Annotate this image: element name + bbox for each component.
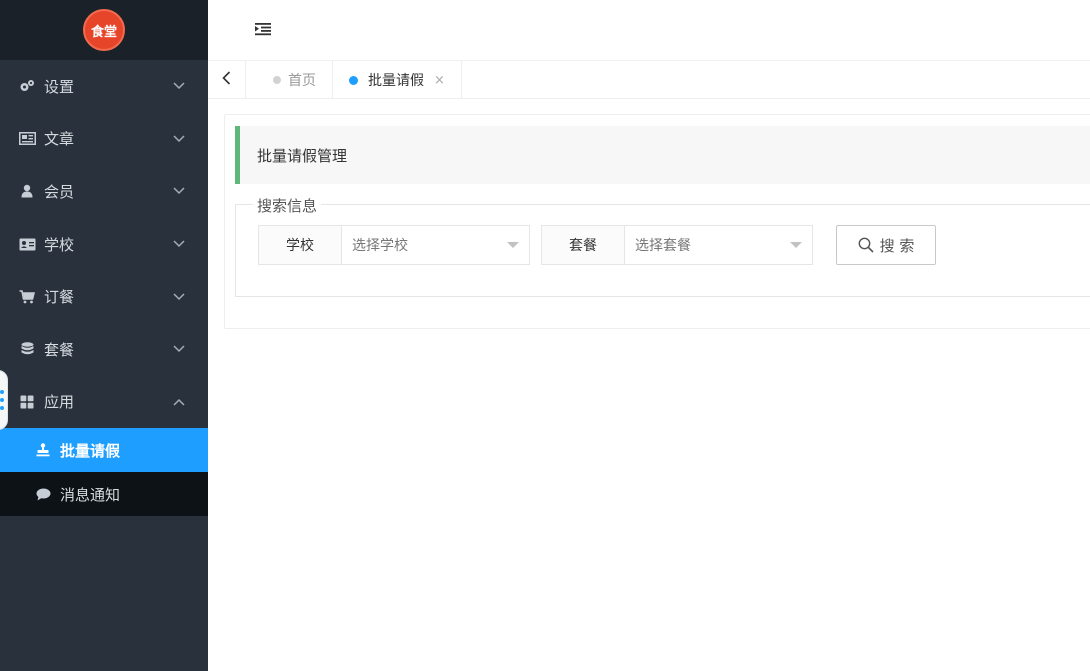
page-title: 批量请假管理 xyxy=(235,126,1090,184)
chevron-down-icon xyxy=(172,184,186,198)
sidebar-item-articles[interactable]: 文章 xyxy=(0,113,208,166)
grid-icon xyxy=(18,394,36,410)
sidebar-item-label: 设置 xyxy=(44,77,75,96)
page-tabs: 首页 批量请假 × xyxy=(208,61,1090,99)
search-button[interactable]: 搜 索 xyxy=(836,225,936,265)
tab-label: 首页 xyxy=(288,73,316,89)
chevron-down-icon xyxy=(172,290,186,304)
chevron-down-icon xyxy=(172,342,186,356)
sidebar-item-label: 应用 xyxy=(44,393,75,412)
sidebar: 食堂 设置 文章 会员 学校 订餐 套餐 应用 批量请假 消息通知 xyxy=(0,0,208,671)
sidebar-item-label: 学校 xyxy=(44,235,75,254)
sidebar-subitem-label: 消息通知 xyxy=(60,485,121,504)
sidebar-item-orders[interactable]: 订餐 xyxy=(0,270,208,323)
page-title-text: 批量请假管理 xyxy=(257,146,348,165)
search-legend: 搜索信息 xyxy=(253,195,322,216)
gears-icon xyxy=(18,78,36,94)
search-fieldset: 搜索信息 学校 选择学校 套餐 选择套餐 搜 索 xyxy=(235,195,1090,297)
sidebar-submenu-apps: 批量请假 消息通知 xyxy=(0,428,208,517)
tabs-prev-button[interactable] xyxy=(208,61,246,99)
package-select-placeholder: 选择套餐 xyxy=(635,238,691,254)
user-icon xyxy=(18,183,36,199)
sidebar-subitem-batch-leave[interactable]: 批量请假 xyxy=(0,428,208,473)
handle-dot xyxy=(0,390,4,394)
school-label: 学校 xyxy=(259,226,342,264)
chevron-left-icon xyxy=(222,71,231,89)
tab-dot xyxy=(349,75,358,85)
menu-fold-icon[interactable] xyxy=(254,20,272,38)
sidebar-subitem-label: 批量请假 xyxy=(60,441,121,460)
sidebar-item-members[interactable]: 会员 xyxy=(0,165,208,218)
sidebar-item-label: 订餐 xyxy=(44,288,75,307)
database-icon xyxy=(18,341,36,357)
sidebar-item-label: 文章 xyxy=(44,130,75,149)
chat-icon xyxy=(34,486,52,502)
tab-home[interactable]: 首页 xyxy=(246,61,333,99)
handle-dot xyxy=(0,398,4,402)
content-card: 批量请假管理 搜索信息 学校 选择学校 套餐 选择套餐 搜 索 xyxy=(224,114,1090,329)
search-icon xyxy=(858,237,874,253)
caret-down-icon xyxy=(507,242,519,248)
tab-dot xyxy=(273,76,281,84)
sidebar-item-apps[interactable]: 应用 xyxy=(0,376,208,429)
chevron-down-icon xyxy=(172,79,186,93)
package-select-field: 套餐 选择套餐 xyxy=(541,225,813,265)
close-icon[interactable]: × xyxy=(434,73,445,88)
logo-area: 食堂 xyxy=(0,0,208,60)
newspaper-icon xyxy=(18,131,36,147)
school-select[interactable]: 选择学校 xyxy=(342,226,529,264)
sidebar-item-label: 会员 xyxy=(44,182,75,201)
cart-icon xyxy=(18,289,36,305)
school-select-placeholder: 选择学校 xyxy=(352,238,408,254)
side-drawer-handle[interactable] xyxy=(0,370,8,430)
caret-down-icon xyxy=(790,242,802,248)
sidebar-menu: 设置 文章 会员 学校 订餐 套餐 应用 xyxy=(0,60,208,428)
sidebar-item-settings[interactable]: 设置 xyxy=(0,60,208,113)
sidebar-item-label: 套餐 xyxy=(44,340,75,359)
handle-dot xyxy=(0,406,4,410)
school-select-field: 学校 选择学校 xyxy=(258,225,530,265)
search-button-label: 搜 索 xyxy=(879,236,915,255)
package-label: 套餐 xyxy=(542,226,625,264)
stamp-icon xyxy=(34,442,52,458)
tab-label: 批量请假 xyxy=(368,73,424,89)
sidebar-subitem-notifications[interactable]: 消息通知 xyxy=(0,472,208,516)
chevron-down-icon xyxy=(172,132,186,146)
sidebar-item-packages[interactable]: 套餐 xyxy=(0,323,208,376)
logo[interactable]: 食堂 xyxy=(83,9,125,51)
package-select[interactable]: 选择套餐 xyxy=(625,226,812,264)
top-header xyxy=(208,0,1090,61)
chevron-up-icon xyxy=(172,395,186,409)
sidebar-item-schools[interactable]: 学校 xyxy=(0,218,208,271)
id-card-icon xyxy=(18,236,36,252)
tab-batch-leave[interactable]: 批量请假 × xyxy=(333,61,462,99)
chevron-down-icon xyxy=(172,237,186,251)
